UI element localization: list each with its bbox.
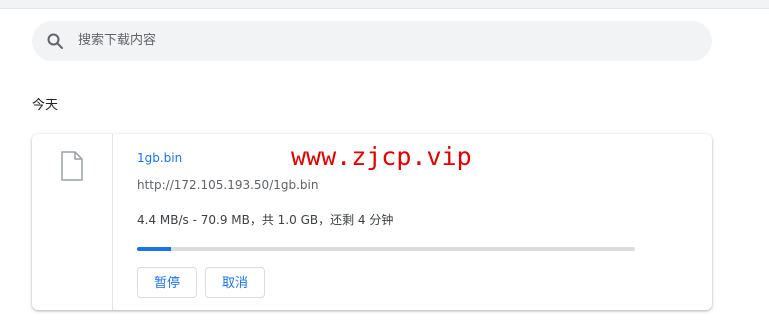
download-progress-fill [137, 247, 172, 251]
download-card-icon-area [32, 134, 113, 310]
file-icon [60, 151, 84, 181]
search-icon [46, 32, 64, 50]
download-progress-bar [137, 247, 635, 251]
watermark-text: www.zjcp.vip [291, 142, 472, 171]
download-source-url[interactable]: http://172.105.193.50/1gb.bin [137, 177, 318, 193]
search-box[interactable]: 搜索下载内容 [32, 21, 712, 61]
top-toolbar [0, 0, 769, 9]
pause-button[interactable]: 暂停 [137, 267, 197, 298]
section-date-title: 今天 [32, 98, 59, 113]
cancel-button[interactable]: 取消 [205, 267, 265, 298]
search-input-placeholder[interactable]: 搜索下载内容 [78, 32, 156, 50]
download-status-text: 4.4 MB/s - 70.9 MB，共 1.0 GB，还剩 4 分钟 [137, 213, 394, 227]
downloads-page: 搜索下载内容 今天 1gb.bin http://172.105.193.50/… [0, 0, 769, 320]
download-file-name-link[interactable]: 1gb.bin [137, 150, 182, 166]
